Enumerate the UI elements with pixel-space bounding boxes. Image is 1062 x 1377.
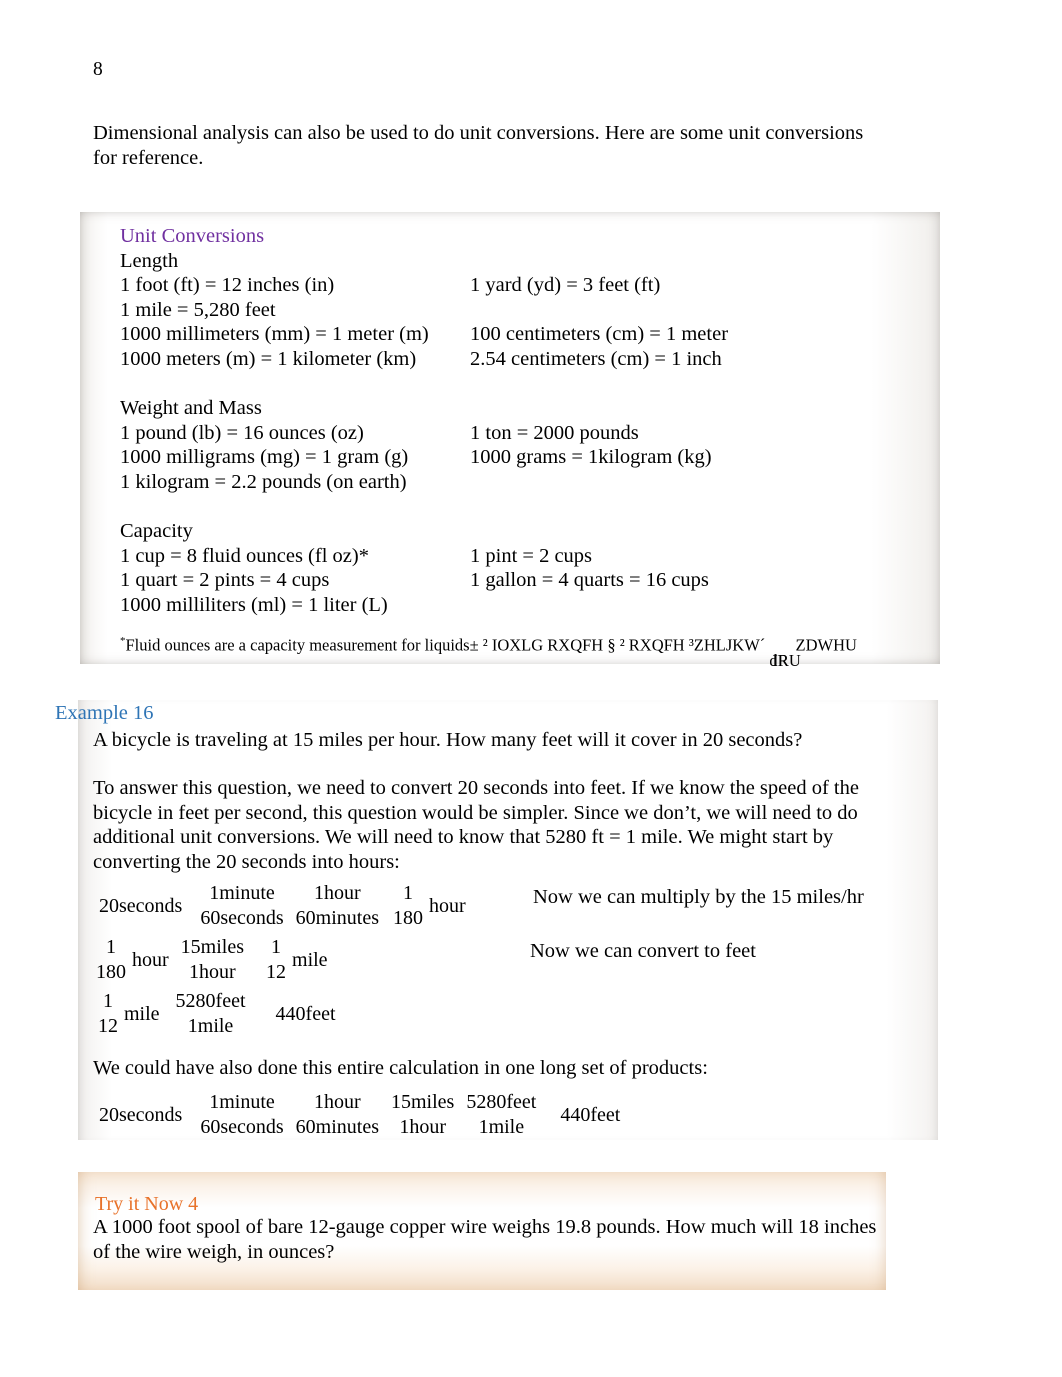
fraction-numerator: 1 (106, 936, 116, 958)
fraction-numerator: 5280feet (175, 990, 246, 1012)
conversion-item: 1000 grams = 1kilogram (kg) (470, 446, 712, 469)
math-fraction: 1minute 60seconds (196, 881, 287, 931)
fraction-denominator: 60seconds (200, 907, 284, 929)
unit-conversions-title: Unit Conversions (120, 225, 265, 247)
math-term: 20seconds (99, 1103, 183, 1126)
fraction-denominator: 60minutes (295, 907, 379, 929)
footnote-garbled-overlap-b: IRU (772, 650, 801, 670)
math-fraction: 15miles 1hour (387, 1090, 458, 1140)
conversion-row: 1 kilogram = 2.2 pounds (on earth) (120, 470, 910, 495)
try-it-now-heading: Try it Now 4 (95, 1193, 199, 1215)
fraction-denominator: 1hour (189, 961, 236, 983)
math-expression-line-2: 1 180 hour 15miles 1hour 1 12 mile (92, 935, 328, 985)
math-fraction: 1 12 (262, 935, 290, 985)
conversion-item: 1 cup = 8 fluid ounces (fl oz)* (120, 544, 369, 567)
conversion-item: 1000 meters (m) = 1 kilometer (km) (120, 347, 417, 370)
fraction-denominator: 1mile (187, 1015, 234, 1037)
fraction-denominator: 1hour (399, 1116, 446, 1138)
conversion-row: 1 foot (ft) = 12 inches (in) 1 yard (yd)… (120, 273, 910, 298)
fraction-numerator: 15miles (180, 936, 245, 958)
math-note-2: Now we can convert to feet (530, 940, 756, 962)
math-fraction: 15miles 1hour (177, 935, 248, 985)
math-unit: hour (132, 948, 169, 971)
math-term: 20seconds (99, 894, 183, 917)
example-heading: Example 16 (55, 702, 154, 724)
fraction-denominator: 1mile (478, 1116, 525, 1138)
fraction-numerator: 1 (103, 990, 113, 1012)
fraction-numerator: 1minute (209, 1091, 275, 1113)
math-note-1: Now we can multiply by the 15 miles/hr (533, 886, 864, 908)
math-unit: mile (124, 1002, 160, 1025)
fraction-numerator: 1hour (313, 882, 361, 904)
math-fraction: 1 12 (94, 989, 122, 1039)
math-result: 440feet (275, 1002, 336, 1025)
fraction-numerator: 15miles (391, 1091, 455, 1113)
math-fraction: 1 180 (389, 881, 427, 931)
intro-paragraph: Dimensional analysis can also be used to… (93, 122, 864, 169)
math-fraction: 1hour 60minutes (292, 1090, 383, 1140)
page-number: 8 (93, 59, 103, 80)
fraction-numerator: 1 (271, 936, 282, 958)
conversion-row: 1 cup = 8 fluid ounces (fl oz)* 1 pint =… (120, 544, 910, 569)
conversion-row: 1000 meters (m) = 1 kilometer (km) 2.54 … (120, 347, 910, 372)
conversion-item: 1 pound (lb) = 16 ounces (oz) (120, 421, 364, 444)
fraction-numerator: 1minute (209, 882, 275, 904)
example-explanation: To answer this question, we need to conv… (93, 777, 859, 873)
conversion-row: 1 mile = 5,280 feet (120, 298, 910, 323)
fraction-denominator: 12 (98, 1015, 118, 1037)
section-heading-capacity: Capacity (120, 520, 193, 543)
conversion-item: 1000 milliliters (ml) = 1 liter (L) (120, 593, 388, 616)
unit-conversions-footnote: *Fluid ounces are a capacity measurement… (120, 631, 950, 670)
conversion-item: 100 centimeters (cm) = 1 meter (470, 323, 729, 346)
fraction-denominator: 60seconds (200, 1116, 284, 1138)
document-page: 8 Dimensional analysis can also be used … (0, 0, 1062, 1377)
unit-conversions-content: Unit Conversions Length 1 foot (ft) = 12… (120, 224, 910, 618)
conversion-row: 1000 millimeters (mm) = 1 meter (m) 100 … (120, 322, 910, 347)
section-heading-length: Length (120, 249, 179, 272)
math-fraction: 1minute 60seconds (196, 1090, 287, 1140)
footnote-garbled-text-2: ZDWHU (791, 635, 857, 655)
footnote-readable-text: Fluid ounces are a capacity measurement … (125, 635, 470, 655)
fraction-numerator: 1hour (313, 1091, 361, 1113)
fraction-denominator: 180 (393, 907, 423, 929)
try-it-now-body: A 1000 foot spool of bare 12-gauge coppe… (93, 1216, 877, 1263)
math-fraction: 1hour 60minutes (292, 881, 383, 931)
math-expression-line-4: 20seconds 1minute 60seconds 1hour 60minu… (99, 1090, 620, 1140)
math-result-unit: hour (429, 894, 466, 917)
unit-conversions-box: Unit Conversions Length 1 foot (ft) = 12… (80, 212, 940, 664)
conversion-item: 1 pint = 2 cups (470, 544, 593, 567)
footnote-garbled-text-1: ± ² IOXLG RXQFH § ² RXQFH ³ZHLJKW´ (469, 635, 770, 655)
math-expression-line-1: 20seconds 1minute 60seconds 1hour 60minu… (99, 881, 466, 931)
conversion-item: 1 ton = 2000 pounds (470, 421, 639, 444)
conversion-row: 1000 milliliters (ml) = 1 liter (L) (120, 593, 910, 618)
fraction-numerator: 1 (403, 882, 413, 904)
math-fraction: 5280feet 1mile (172, 989, 250, 1039)
example-explanation-2: We could have also done this entire calc… (93, 1057, 708, 1079)
conversion-item: 1 quart = 2 pints = 4 cups (120, 569, 330, 592)
conversion-row: 1 quart = 2 pints = 4 cups 1 gallon = 4 … (120, 568, 910, 593)
conversion-row: 1000 milligrams (mg) = 1 gram (g) 1000 g… (120, 445, 910, 470)
conversion-item: 1 kilogram = 2.2 pounds (on earth) (120, 470, 407, 493)
conversion-item: 1 gallon = 4 quarts = 16 cups (470, 569, 709, 592)
fraction-denominator: 60minutes (295, 1116, 379, 1138)
math-fraction: 1 180 (92, 935, 130, 985)
math-expression-line-3: 1 12 mile 5280feet 1mile 440feet (94, 989, 336, 1039)
conversion-row: 1 pound (lb) = 16 ounces (oz) 1 ton = 20… (120, 421, 910, 446)
conversion-item: 1 mile = 5,280 feet (120, 298, 276, 321)
conversion-item: 1000 milligrams (mg) = 1 gram (g) (120, 446, 409, 469)
fraction-denominator: 180 (96, 961, 126, 983)
conversion-item: 2.54 centimeters (cm) = 1 inch (470, 347, 722, 370)
math-fraction: 5280feet 1mile (462, 1090, 540, 1140)
conversion-item: 1 yard (yd) = 3 feet (ft) (470, 274, 661, 297)
fraction-denominator: 12 (266, 961, 287, 983)
fraction-numerator: 5280feet (466, 1091, 537, 1113)
conversion-item: 1000 millimeters (mm) = 1 meter (m) (120, 323, 429, 346)
conversion-item: 1 foot (ft) = 12 inches (in) (120, 274, 335, 297)
section-heading-weight-mass: Weight and Mass (120, 397, 262, 420)
math-unit: mile (292, 948, 328, 971)
example-question: A bicycle is traveling at 15 miles per h… (93, 729, 803, 751)
math-result: 440feet (560, 1103, 621, 1126)
